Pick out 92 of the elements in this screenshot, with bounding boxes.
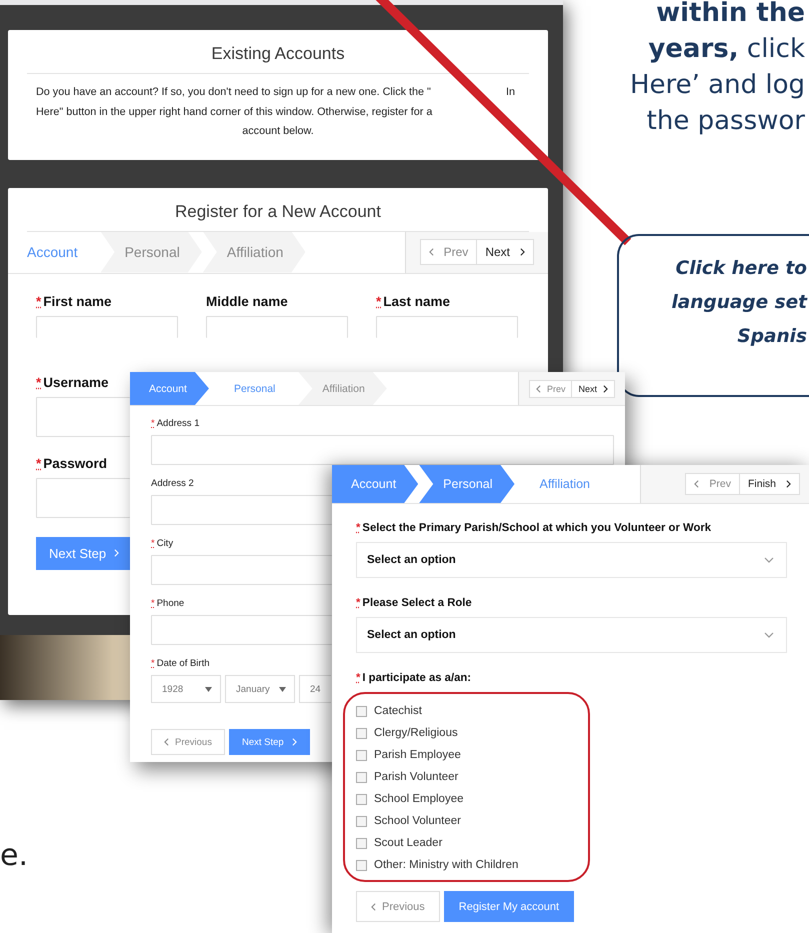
input-field[interactable] <box>36 396 130 436</box>
field-label: Address 1 <box>156 418 200 429</box>
field-label: Middle name <box>206 294 288 308</box>
required-mark: * <box>36 294 42 308</box>
chevron-right-icon <box>520 248 525 256</box>
checkbox-label: Parish Volunteer <box>374 771 458 783</box>
input-field[interactable] <box>206 316 348 338</box>
checkbox-label: Clergy/Religious <box>374 727 458 739</box>
input-field[interactable] <box>36 478 130 518</box>
card-text: account below. <box>242 124 314 139</box>
step-tab[interactable]: Affiliation <box>298 372 387 405</box>
field-label: Last name <box>383 294 450 308</box>
input-field[interactable] <box>151 615 332 645</box>
next-step-button[interactable]: Next Step <box>36 536 132 570</box>
field-label: Select the Primary Parish/School at which you Volunteer or Work <box>362 522 712 534</box>
slide-text: years, click <box>647 33 805 66</box>
field-label: Date of Birth <box>156 658 210 669</box>
date-select[interactable]: 24 <box>299 675 331 703</box>
checkbox[interactable] <box>356 794 367 804</box>
field-label: First name <box>43 294 112 308</box>
checkbox[interactable] <box>356 750 367 760</box>
register-button[interactable]: Register My account <box>444 891 574 922</box>
chevron-left-icon <box>694 480 700 488</box>
previous-button[interactable]: Previous <box>356 891 440 922</box>
checkbox[interactable] <box>356 706 367 716</box>
checkbox-label: Scout Leader <box>374 837 442 849</box>
checkbox[interactable] <box>356 728 367 738</box>
field-label: Address 2 <box>151 478 194 489</box>
chevron-right-icon <box>786 480 791 488</box>
field-label: I participate as a/an: <box>362 672 472 684</box>
required-mark: * <box>151 658 155 669</box>
checkbox-label: Parish Employee <box>374 749 461 761</box>
required-mark: * <box>151 418 155 429</box>
dropdown-triangle-icon <box>279 686 286 692</box>
chevron-down-icon <box>764 557 774 563</box>
required-mark: * <box>151 598 155 609</box>
date-select[interactable]: 1928 <box>151 675 221 703</box>
required-mark: * <box>356 597 360 609</box>
card-text: Here" button in the upper right hand corner of this window. Otherwise, register for a <box>36 104 432 120</box>
checkbox-label: School Employee <box>374 793 464 805</box>
chevron-left-icon <box>428 248 434 256</box>
step-tab[interactable]: Personal <box>100 232 202 272</box>
select-dropdown[interactable]: Select an option <box>356 542 787 578</box>
checkbox-label: Other: Ministry with Children <box>374 859 518 871</box>
step-tab[interactable]: Affiliation <box>202 232 306 272</box>
slide-text: Here’ and log <box>628 69 805 102</box>
input-field[interactable] <box>376 316 518 338</box>
card-text: In <box>506 85 516 100</box>
slide-text: the passwor <box>646 105 805 138</box>
field-label: Password <box>43 456 108 470</box>
chevron-down-icon <box>764 632 774 638</box>
date-select[interactable]: January <box>225 675 295 703</box>
required-mark: * <box>356 522 360 534</box>
field-label: Username <box>43 374 109 390</box>
step-tab[interactable]: Account <box>332 465 418 503</box>
required-mark: * <box>151 538 155 549</box>
dropdown-triangle-icon <box>205 686 212 692</box>
callout-text: Click here to <box>674 257 807 281</box>
input-field[interactable] <box>151 555 332 585</box>
required-mark: * <box>36 456 42 470</box>
step-tab[interactable]: Personal <box>419 465 515 503</box>
chevron-left-icon <box>371 902 376 910</box>
checkbox[interactable] <box>356 838 367 848</box>
next-step-button[interactable]: Next Step <box>228 729 310 755</box>
chevron-right-icon <box>114 549 120 557</box>
chevron-right-icon <box>292 738 297 746</box>
field-label: Please Select a Role <box>362 597 472 609</box>
field-label: City <box>156 538 174 549</box>
card-title: Existing Accounts <box>27 44 529 74</box>
previous-button[interactable]: Previous <box>151 729 225 755</box>
card-text: Do you have an account? If so, you don't need to sign up for a new one. Click the " <box>36 85 431 100</box>
checkbox[interactable] <box>356 860 367 870</box>
callout-text: language set <box>670 291 807 315</box>
slide-text: within the <box>655 0 805 30</box>
required-mark: * <box>36 374 42 390</box>
checkbox[interactable] <box>356 772 367 782</box>
checkbox-label: Catechist <box>374 705 422 717</box>
slide-text: e. <box>0 838 28 873</box>
chevron-left-icon <box>164 738 169 746</box>
input-field[interactable] <box>36 316 178 338</box>
field-label: Phone <box>156 598 184 609</box>
input-field[interactable] <box>151 495 332 525</box>
select-dropdown[interactable]: Select an option <box>356 617 787 653</box>
chevron-right-icon <box>603 384 608 392</box>
checkbox[interactable] <box>356 816 367 826</box>
required-mark: * <box>376 294 382 308</box>
step-tab[interactable]: Account <box>130 372 209 405</box>
chevron-left-icon <box>536 384 541 392</box>
input-field[interactable] <box>151 435 614 465</box>
checkbox-label: School Volunteer <box>374 815 461 827</box>
callout-text: Spanis <box>736 325 807 349</box>
required-mark: * <box>356 672 360 684</box>
